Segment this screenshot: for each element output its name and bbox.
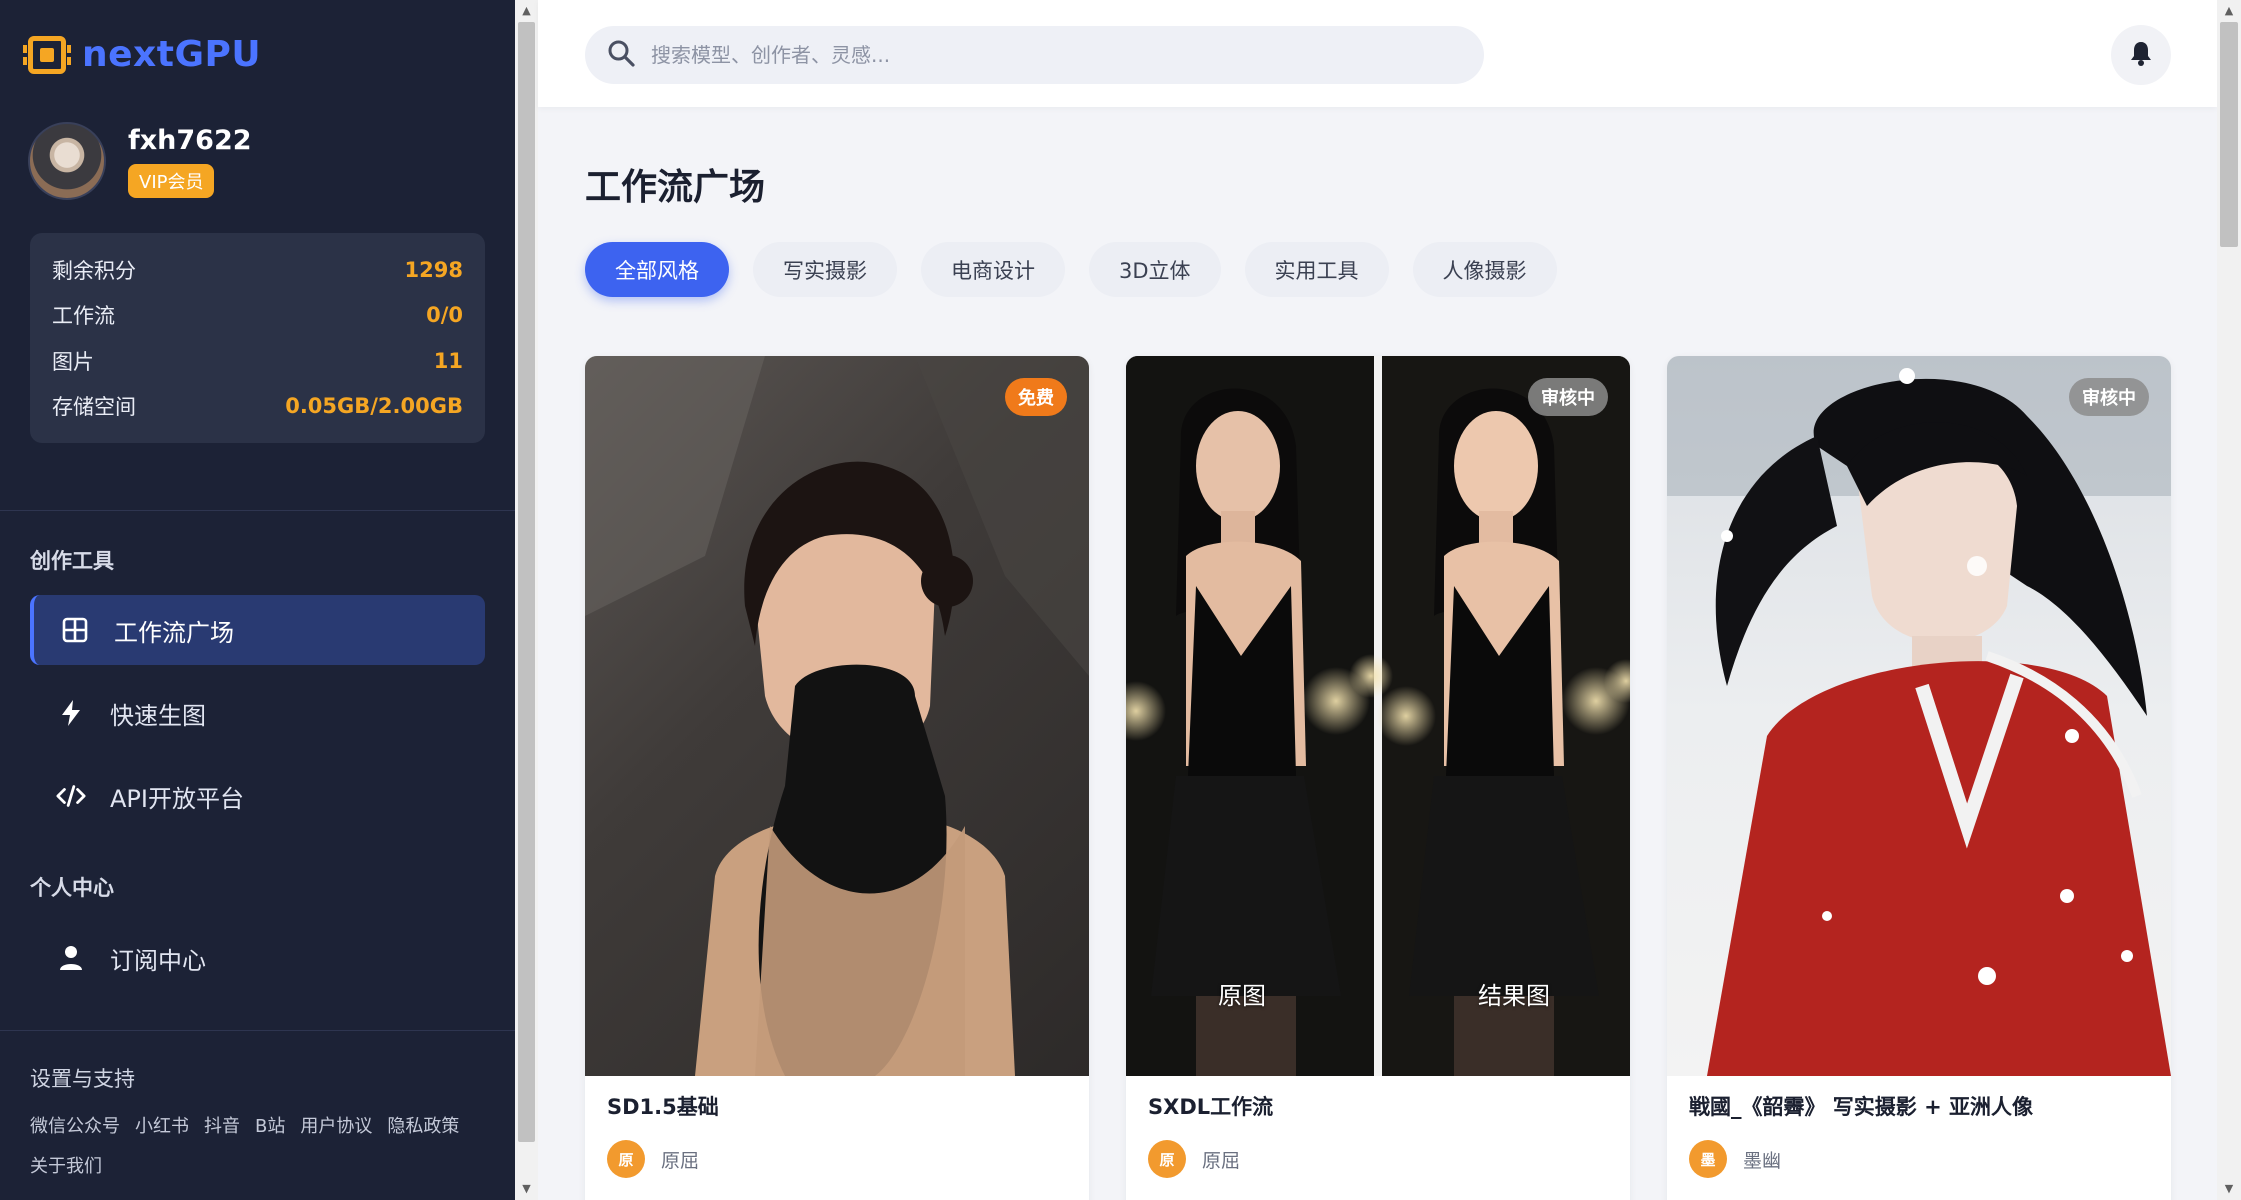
workflow-card[interactable]: 原图 结果图 审核中 SXDL工作流 原 原屈 [1126,356,1630,1200]
user-profile[interactable]: fxh7622 VIP会员 [28,122,252,200]
stat-row: 图片 11 [52,338,463,384]
search-input[interactable] [651,43,1431,67]
scroll-down-icon[interactable]: ▼ [515,1180,538,1198]
link-douyin[interactable]: 抖音 [204,1113,240,1141]
stat-label: 存储空间 [52,395,136,420]
style-filter-tabs: 全部风格 写实摄影 电商设计 3D立体 实用工具 人像摄影 [585,242,1557,297]
status-badge: 审核中 [1528,378,1608,416]
filter-tab-all[interactable]: 全部风格 [585,242,729,297]
author-name: 原屈 [1202,1149,1241,1172]
username: fxh7622 [128,124,252,156]
filter-tab-3d[interactable]: 3D立体 [1089,242,1221,297]
lightning-icon [56,698,86,728]
chip-logo-icon [23,35,71,74]
author-avatar: 原 [1148,1140,1186,1178]
sidebar-item-label: 订阅中心 [110,946,206,975]
card-image[interactable] [1667,356,2171,1076]
divider [0,1030,515,1031]
filter-tab-tools[interactable]: 实用工具 [1244,242,1389,297]
sidebar-item-label: 快速生图 [110,701,206,730]
card-title[interactable]: SXDL工作流 [1148,1091,1273,1121]
card-author[interactable]: 原 原屈 [1148,1140,1240,1178]
result-image-label: 结果图 [1478,982,1550,1010]
author-name: 原屈 [661,1149,700,1172]
stat-value: 0/0 [426,303,463,328]
filter-tab-ecommerce[interactable]: 电商设计 [921,242,1065,297]
sidebar: nextGPU fxh7622 VIP会员 剩余积分 1298 工作流 0/0 … [0,0,515,1200]
divider [0,510,515,511]
sidebar-item-quick-gen[interactable]: 快速生图 [30,678,485,748]
scroll-down-icon[interactable]: ▼ [2217,1180,2241,1198]
original-image-label: 原图 [1218,982,1266,1010]
sidebar-item-label: 工作流广场 [114,618,234,647]
stats-panel: 剩余积分 1298 工作流 0/0 图片 11 存储空间 0.05GB/2.00… [30,233,485,443]
card-author[interactable]: 原 原屈 [607,1140,699,1178]
sidebar-item-label: API开放平台 [110,784,244,813]
scrollbar-thumb[interactable] [518,22,535,1142]
link-user-agreement[interactable]: 用户协议 [300,1113,372,1141]
search-icon [607,39,635,71]
author-name: 墨幽 [1743,1149,1782,1172]
avatar[interactable] [28,122,106,200]
brand[interactable]: nextGPU [23,34,262,75]
stat-row: 工作流 0/0 [52,293,463,339]
sidebar-item-api[interactable]: API开放平台 [30,761,485,831]
stat-row: 剩余积分 1298 [52,247,463,293]
stat-value: 0.05GB/2.00GB [285,394,463,419]
page-title: 工作流广场 [585,167,766,208]
link-about[interactable]: 关于我们 [30,1153,102,1181]
filter-tab-realistic[interactable]: 写实摄影 [753,242,897,297]
grid-icon [60,615,90,645]
sidebar-item-subscription[interactable]: 订阅中心 [30,923,485,993]
workflow-card[interactable]: 免费 SD1.5基础 原 原屈 [585,356,1089,1200]
scrollbar-thumb[interactable] [2220,22,2238,247]
section-title-support[interactable]: 设置与支持 [30,1063,135,1093]
section-title-personal: 个人中心 [30,876,114,900]
notification-button[interactable] [2111,25,2171,85]
stat-value: 11 [433,348,463,373]
stat-label: 剩余积分 [52,258,136,283]
status-badge: 审核中 [2069,378,2149,416]
scroll-up-icon[interactable]: ▲ [2217,2,2241,20]
main-scrollbar[interactable]: ▲ ▼ [2217,0,2241,1200]
link-privacy[interactable]: 隐私政策 [387,1113,459,1141]
workflow-card[interactable]: 审核中 戦國_《韶霽》 写实摄影 + 亚洲人像 墨 墨幽 [1667,356,2171,1200]
vip-badge: VIP会员 [128,163,215,198]
search-bar[interactable] [585,26,1484,84]
link-xiaohongshu[interactable]: 小红书 [135,1113,189,1141]
sidebar-item-workflow-plaza[interactable]: 工作流广场 [30,595,485,665]
filter-tab-portrait[interactable]: 人像摄影 [1412,242,1557,297]
user-icon [56,943,86,973]
card-title[interactable]: SD1.5基础 [607,1091,719,1121]
card-image[interactable] [585,356,1089,1076]
code-icon [56,781,86,811]
scroll-up-icon[interactable]: ▲ [515,2,538,20]
author-avatar: 原 [607,1140,645,1178]
author-avatar: 墨 [1689,1140,1727,1178]
footer-links: 微信公众号 小红书 抖音 B站 用户协议 隐私政策 关于我们 [30,1113,490,1181]
stat-label: 图片 [52,349,94,374]
sidebar-scrollbar[interactable]: ▲ ▼ [515,0,538,1200]
brand-name: nextGPU [82,34,262,75]
stat-row: 存储空间 0.05GB/2.00GB [52,384,463,430]
card-title[interactable]: 戦國_《韶霽》 写实摄影 + 亚洲人像 [1689,1091,2033,1121]
stat-value: 1298 [404,257,463,282]
link-wechat[interactable]: 微信公众号 [30,1113,120,1141]
top-bar [538,0,2217,107]
card-image[interactable] [1126,356,1630,1076]
link-bilibili[interactable]: B站 [255,1113,285,1141]
status-badge: 免费 [1005,378,1067,416]
section-title-tools: 创作工具 [30,549,114,573]
card-author[interactable]: 墨 墨幽 [1689,1140,1781,1178]
bell-icon [2129,40,2153,70]
stat-label: 工作流 [52,304,115,329]
